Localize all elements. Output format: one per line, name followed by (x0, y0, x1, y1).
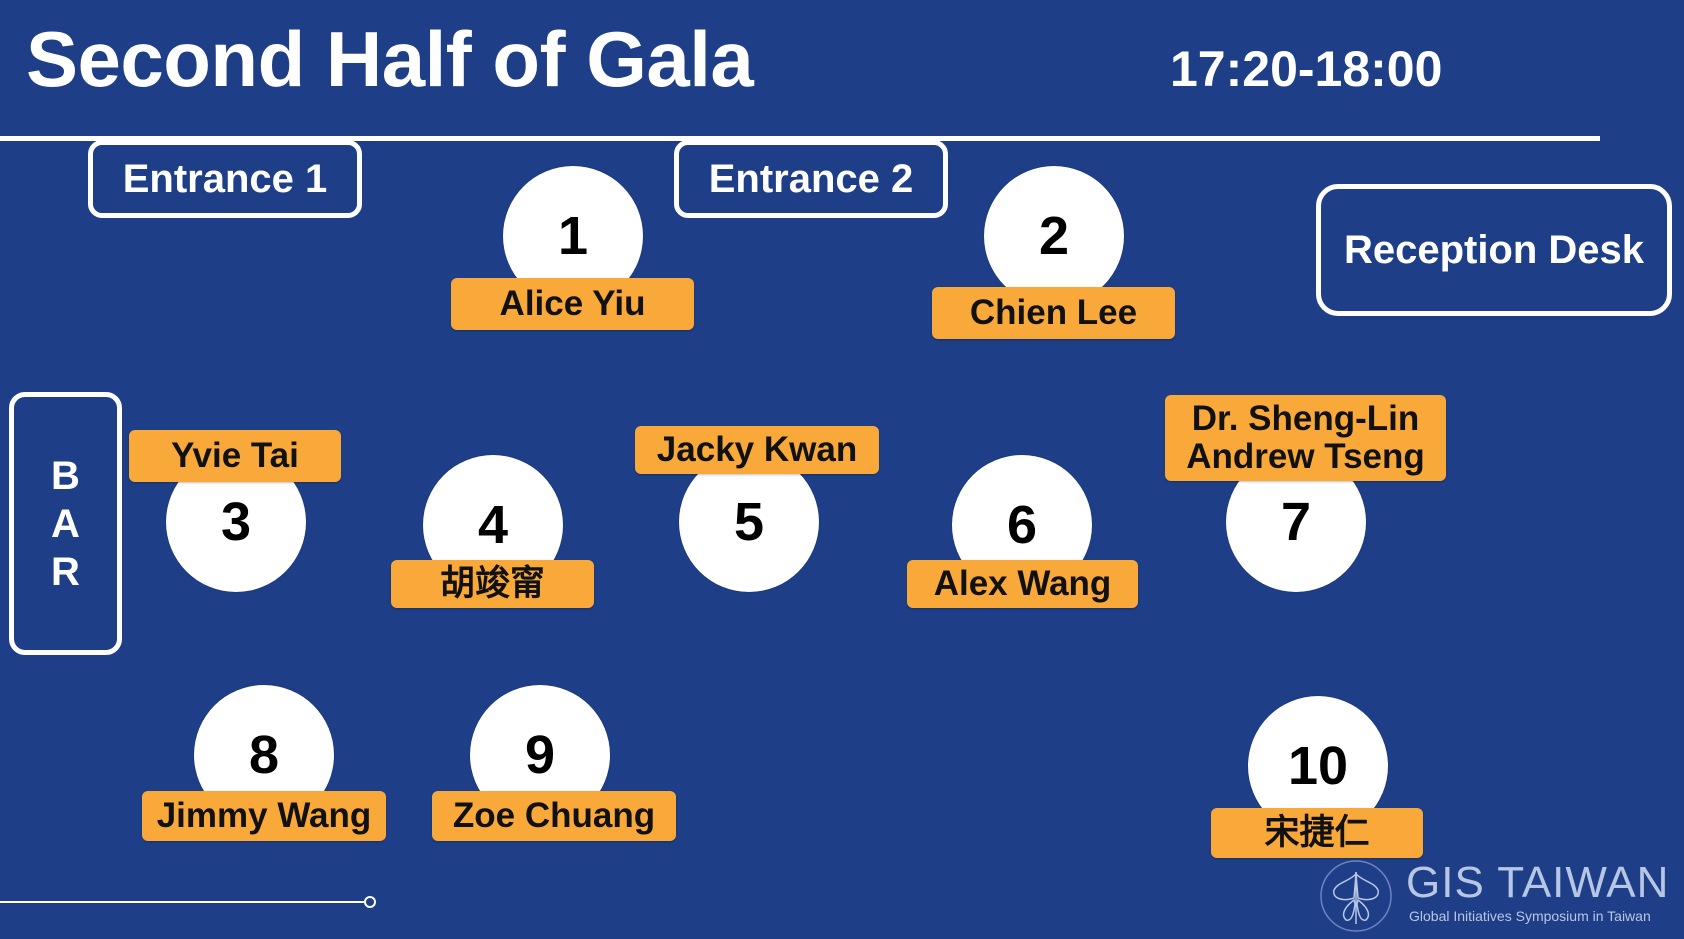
table-7-host-line: Andrew Tseng (1186, 437, 1425, 476)
bar-area: B A R (9, 392, 122, 655)
footer-divider (0, 901, 369, 903)
table-7-host-tag: Dr. Sheng-Lin Andrew Tseng (1165, 395, 1446, 481)
bar-letter: B (51, 453, 80, 498)
bar-letter: R (51, 549, 80, 594)
butterfly-icon (1318, 858, 1394, 934)
table-8-host-tag: Jimmy Wang (142, 791, 386, 841)
logo-name: GIS TAIWAN (1406, 858, 1670, 907)
entrance-1-label: Entrance 1 (88, 140, 362, 218)
table-2: 2 (984, 166, 1124, 306)
time-range: 17:20-18:00 (1170, 41, 1443, 97)
entrance-2-label: Entrance 2 (674, 140, 948, 218)
page-title: Second Half of Gala (26, 15, 754, 103)
table-5-host-tag: Jacky Kwan (635, 426, 879, 474)
footer-divider-dot (364, 896, 376, 908)
table-4-host-tag: 胡竣甯 (391, 560, 594, 608)
table-1-host-tag: Alice Yiu (451, 278, 694, 330)
logo-tagline: Global Initiatives Symposium in Taiwan (1409, 908, 1651, 924)
table-10-host-tag: 宋捷仁 (1211, 808, 1423, 858)
table-2-host-tag: Chien Lee (932, 287, 1175, 339)
table-7-host-line: Dr. Sheng-Lin (1191, 399, 1420, 438)
bar-letter: A (51, 501, 80, 546)
table-9-host-tag: Zoe Chuang (432, 791, 676, 841)
table-3-host-tag: Yvie Tai (129, 430, 341, 482)
table-6-host-tag: Alex Wang (907, 560, 1138, 608)
reception-desk-label: Reception Desk (1316, 184, 1672, 316)
